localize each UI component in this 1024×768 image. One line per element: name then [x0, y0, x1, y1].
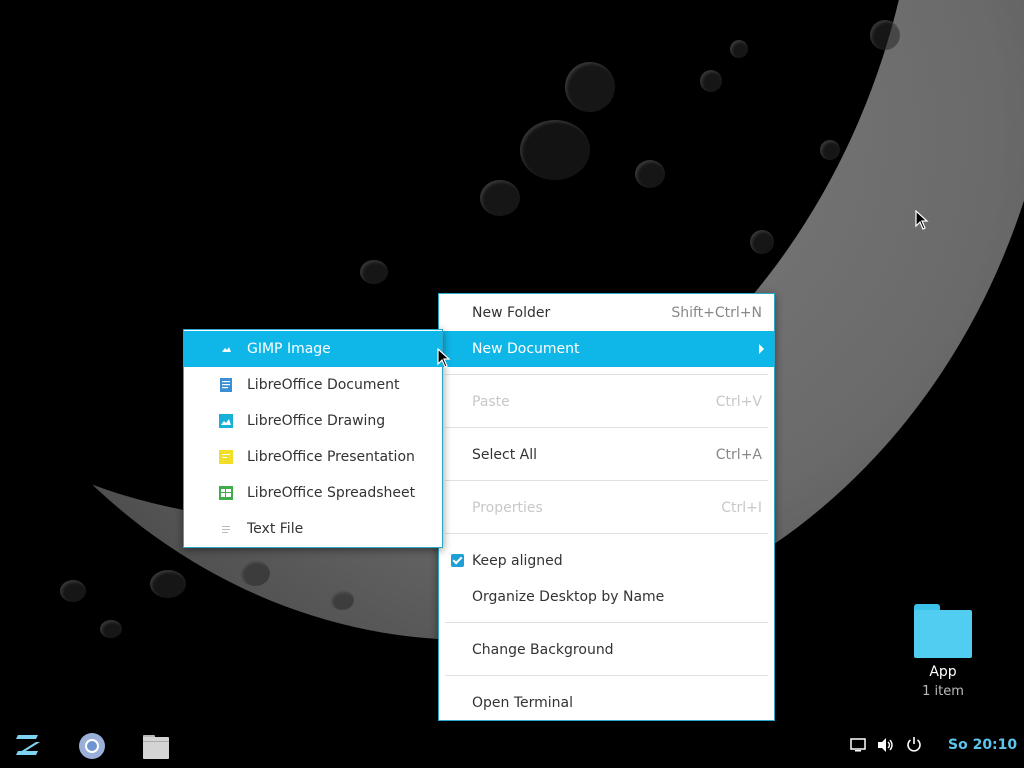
- menu-item-paste[interactable]: Paste Ctrl+V: [439, 384, 774, 420]
- menu-item-change-background[interactable]: Change Background: [439, 632, 774, 668]
- submenu-item-label: LibreOffice Presentation: [247, 449, 415, 465]
- submenu-item-text-file[interactable]: Text File: [184, 511, 442, 547]
- submenu-item-label: GIMP Image: [247, 341, 331, 357]
- power-icon[interactable]: [906, 736, 922, 752]
- menu-item-new-folder[interactable]: New Folder Shift+Ctrl+N: [439, 295, 774, 331]
- submenu-item-libreoffice-presentation[interactable]: LibreOffice Presentation: [184, 439, 442, 475]
- submenu-item-label: LibreOffice Document: [247, 377, 400, 393]
- submenu-item-libreoffice-drawing[interactable]: LibreOffice Drawing: [184, 403, 442, 439]
- display-icon[interactable]: [850, 737, 866, 753]
- menu-item-shortcut: Shift+Ctrl+N: [671, 305, 762, 321]
- menu-item-new-document[interactable]: New Document: [439, 331, 774, 367]
- mouse-pointer-icon: [437, 348, 451, 368]
- new-document-submenu: GIMP Image LibreOffice Document LibreOff…: [183, 329, 443, 548]
- desktop-context-menu: New Folder Shift+Ctrl+N New Document Pas…: [438, 293, 775, 721]
- presentation-icon: [219, 450, 233, 464]
- submenu-item-gimp-image[interactable]: GIMP Image: [184, 331, 442, 367]
- menu-item-label: Change Background: [472, 642, 614, 658]
- document-icon: [220, 378, 232, 392]
- submenu-item-label: LibreOffice Drawing: [247, 413, 386, 429]
- menu-item-keep-aligned[interactable]: Keep aligned: [439, 543, 774, 579]
- menu-separator: [445, 480, 768, 481]
- menu-item-label: Paste: [472, 394, 510, 410]
- submenu-item-label: LibreOffice Spreadsheet: [247, 485, 416, 501]
- menu-item-label: Properties: [472, 500, 543, 516]
- menu-item-label: Select All: [472, 447, 537, 463]
- menu-item-label: New Folder: [472, 305, 551, 321]
- submenu-arrow-icon: [759, 344, 764, 354]
- menu-item-select-all[interactable]: Select All Ctrl+A: [439, 437, 774, 473]
- folder-icon: [914, 604, 972, 658]
- submenu-item-label: Text File: [247, 521, 304, 537]
- menu-separator: [445, 675, 768, 676]
- desktop-icon-meta: 1 item: [922, 684, 964, 699]
- menu-item-label: New Document: [472, 341, 580, 357]
- menu-item-label: Organize Desktop by Name: [472, 589, 665, 605]
- menu-item-shortcut: Ctrl+V: [715, 394, 762, 410]
- spreadsheet-icon: [219, 486, 233, 500]
- mouse-pointer-icon: [915, 210, 929, 230]
- image-icon: [222, 347, 231, 352]
- chromium-icon[interactable]: [78, 732, 106, 760]
- desktop-folder-app[interactable]: App 1 item: [908, 600, 978, 699]
- menu-item-shortcut: Ctrl+I: [721, 500, 762, 516]
- menu-item-label: Keep aligned: [472, 553, 563, 569]
- checkbox-checked-icon: [451, 554, 464, 567]
- zorin-menu-icon[interactable]: [14, 732, 42, 758]
- menu-item-open-terminal[interactable]: Open Terminal: [439, 685, 774, 721]
- menu-separator: [445, 622, 768, 623]
- submenu-item-libreoffice-document[interactable]: LibreOffice Document: [184, 367, 442, 403]
- menu-separator: [445, 374, 768, 375]
- menu-item-shortcut: Ctrl+A: [715, 447, 762, 463]
- menu-item-label: Open Terminal: [472, 695, 574, 711]
- menu-item-organize-desktop[interactable]: Organize Desktop by Name: [439, 579, 774, 615]
- menu-item-properties[interactable]: Properties Ctrl+I: [439, 490, 774, 526]
- desktop-icon-label: App: [929, 664, 957, 680]
- text-file-icon: [222, 526, 230, 533]
- volume-icon[interactable]: [877, 737, 895, 753]
- menu-separator: [445, 427, 768, 428]
- taskbar-clock[interactable]: So 20:10: [948, 737, 1017, 753]
- drawing-icon: [219, 414, 233, 428]
- files-icon[interactable]: [142, 732, 170, 760]
- submenu-item-libreoffice-spreadsheet[interactable]: LibreOffice Spreadsheet: [184, 475, 442, 511]
- menu-separator: [445, 533, 768, 534]
